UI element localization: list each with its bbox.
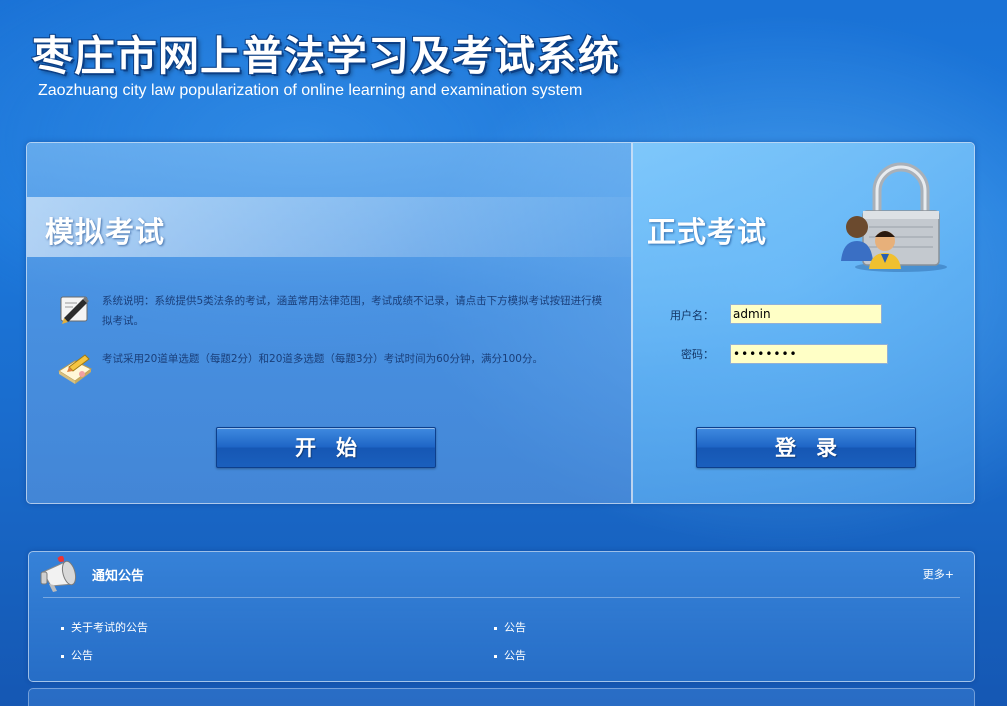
padlock-users-icon [841,162,947,272]
notice-divider [43,597,960,598]
password-label: 密码： [681,348,714,361]
practice-exam-title: 模拟考试 [45,215,166,249]
notice-item-label: 公告 [504,649,526,662]
notice-item-label: 关于考试的公告 [71,621,148,634]
notice-item-label: 公告 [71,649,93,662]
bullet-icon [61,654,64,658]
pen-icon [60,296,89,324]
bullet-icon [494,654,497,658]
exam-rules-text: 考试采用20道单选题（每题2分）和20道多选题（每题3分）考试时间为60分钟，满… [102,353,543,365]
site-title: 枣庄市网上普法学习及考试系统 [32,32,620,80]
site-subtitle: Zaozhuang city law popularization of onl… [38,82,583,99]
more-notices-link[interactable]: 更多+ [923,566,954,582]
password-input[interactable] [730,344,888,364]
practice-exam-section: 模拟考试 系统说明：系统提供5类法条的考试，涵盖常用法律范围，考试成绩不记录，请… [27,143,631,503]
notice-item[interactable]: 公告 [494,647,526,663]
exam-panel: 模拟考试 系统说明：系统提供5类法条的考试，涵盖常用法律范围，考试成绩不记录，请… [26,142,975,504]
notice-title: 通知公告 [92,569,145,584]
username-label: 用户名： [670,309,714,322]
document-pencil-icon [58,354,92,384]
notice-item[interactable]: 公告 [494,619,526,635]
formal-exam-title: 正式考试 [647,215,768,249]
login-button[interactable]: 登录 [696,427,916,468]
notice-item[interactable]: 关于考试的公告 [61,619,148,635]
bullet-icon [494,626,497,630]
formal-exam-section: 正式考试 用户名： 密码： 登录 [633,143,974,503]
start-practice-button[interactable]: 开始 [216,427,436,468]
megaphone-icon [40,556,77,592]
notice-item[interactable]: 公告 [61,647,93,663]
notice-panel: 通知公告 更多+ 关于考试的公告 公告 公告 公告 [28,551,975,682]
system-description-text: 系统说明：系统提供5类法条的考试，涵盖常用法律范围，考试成绩不记录，请点击下方模… [102,295,603,327]
footer-panel [28,688,975,706]
notice-item-label: 公告 [504,621,526,634]
bullet-icon [61,626,64,630]
username-input[interactable] [730,304,882,324]
